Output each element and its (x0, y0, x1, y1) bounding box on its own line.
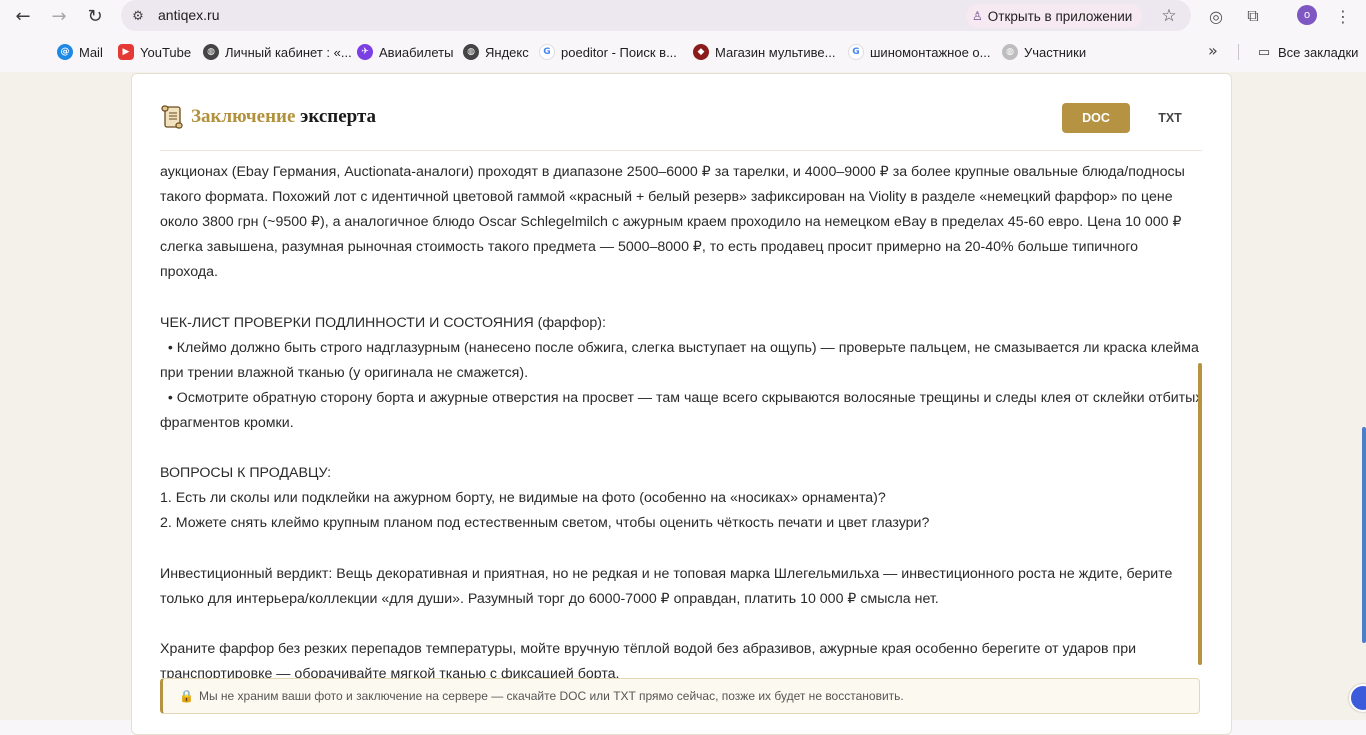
more-bookmarks-chevron-icon[interactable]: » (1208, 41, 1218, 60)
bookmark-label: Участники (1024, 44, 1087, 60)
bookmark-label: poeditor - Поиск в... (561, 44, 677, 60)
aviasales-icon: ✈ (357, 44, 373, 60)
bookmark-label: Личный кабинет : «... (225, 44, 352, 60)
text-line: Инвестиционный вердикт: Вещь декоративна… (160, 565, 1173, 582)
header-divider (160, 150, 1202, 151)
menu-dots-icon[interactable]: ⋮ (1331, 4, 1355, 28)
text-line: • Клеймо должно быть строго надглазурным… (160, 339, 1199, 356)
card-header: Заключение эксперта (160, 104, 376, 130)
title-rest: эксперта (300, 106, 377, 127)
text-line: только для интерьера/коллекции «для души… (160, 590, 939, 607)
scroll-icon (161, 105, 183, 129)
lock-icon: 🔒 (179, 689, 194, 703)
questions-heading: ВОПРОСЫ К ПРОДАВЦУ: (160, 465, 332, 482)
reload-icon[interactable]: ↻ (83, 4, 107, 28)
globe-icon: ◍ (203, 44, 219, 60)
text-line: Храните фарфор без резких перепадов темп… (160, 640, 1137, 657)
bookmark-item[interactable]: ▶ YouTube (118, 43, 191, 61)
folder-icon: ▭ (1257, 44, 1271, 60)
text-line: при трении влажной тканью (у оригинала н… (160, 364, 529, 381)
bookmark-item[interactable]: ◆ Магазин мультиве... (693, 43, 835, 61)
bookmark-label: шиномонтажное о... (870, 44, 991, 60)
question-item: 1. Есть ли сколы или подклейки на ажурно… (160, 490, 886, 507)
bookmark-label: YouTube (140, 44, 192, 60)
bookmark-label: Mail (79, 44, 103, 60)
privacy-notice: 🔒 Мы не храним ваши фото и заключение на… (160, 678, 1200, 714)
expert-conclusion-card: Заключение эксперта DOC TXT аукционах (E… (131, 73, 1232, 735)
text-line: слегка завышена, разумная рыночная стоим… (160, 239, 1139, 281)
open-in-app-label: Открыть в приложении (987, 8, 1133, 24)
globe-icon: ◍ (1002, 44, 1018, 60)
bookmark-label: Магазин мультиве... (715, 44, 836, 60)
profile-avatar[interactable]: o (1297, 5, 1317, 25)
forward-arrow-icon[interactable]: → (47, 4, 71, 28)
title-accent: Заключение (191, 106, 296, 127)
browser-toolbar: ← → ↻ ⚙ antiqex.ru ♙ Открыть в приложени… (0, 0, 1366, 32)
text-line: около 3800 грн (~9500 ₽), а аналогичное … (160, 214, 1182, 231)
google-icon: G (848, 44, 864, 60)
download-txt-button[interactable]: TXT (1139, 103, 1201, 133)
translate-icon[interactable]: ◎ (1204, 4, 1228, 28)
checklist-heading: ЧЕК-ЛИСТ ПРОВЕРКИ ПОДЛИННОСТИ И СОСТОЯНИ… (160, 314, 606, 331)
bookmarks-bar: @ Mail ▶ YouTube ◍ Личный кабинет : «...… (0, 38, 1366, 66)
globe-icon: ◍ (463, 44, 479, 60)
shop-icon: ◆ (693, 44, 709, 60)
address-bar[interactable]: ⚙ antiqex.ru ♙ Открыть в приложении ☆ (121, 0, 1191, 31)
window-scrollbar[interactable] (1362, 427, 1366, 643)
bookmark-label: Авиабилеты (379, 44, 454, 60)
youtube-icon: ▶ (118, 44, 134, 60)
text-line: фрагментов кромки. (160, 414, 294, 431)
bookmarks-divider (1238, 44, 1239, 60)
content-scrollbar[interactable] (1198, 363, 1202, 665)
all-bookmarks-button[interactable]: ▭ Все закладки (1256, 43, 1359, 61)
conclusion-text: аукционах (Ebay Германия, Auctionata-ана… (160, 160, 1203, 687)
bookmark-item[interactable]: ✈ Авиабилеты (357, 43, 453, 61)
bookmark-item[interactable]: ◍ Яндекс (463, 43, 529, 61)
google-icon: G (539, 44, 555, 60)
bookmark-star-icon[interactable]: ☆ (1157, 4, 1181, 28)
privacy-notice-text: Мы не храним ваши фото и заключение на с… (198, 689, 904, 703)
at-sign-icon: @ (57, 44, 73, 60)
bookmark-item[interactable]: @ Mail (57, 43, 103, 61)
bookmark-item[interactable]: G poeditor - Поиск в... (539, 43, 677, 61)
url-text[interactable]: antiqex.ru (158, 7, 219, 23)
question-item: 2. Можете снять клеймо крупным планом по… (160, 515, 930, 532)
open-in-app-button[interactable]: ♙ Открыть в приложении (966, 4, 1143, 28)
bookmark-label: Яндекс (485, 44, 529, 60)
bookmark-item[interactable]: ◍ Личный кабинет : «... (203, 43, 352, 61)
extensions-icon[interactable]: ⧉ (1241, 4, 1265, 28)
text-line: аукционах (Ebay Германия, Auctionata-ана… (160, 164, 1185, 180)
all-bookmarks-label: Все закладки (1278, 44, 1359, 60)
bookmark-item[interactable]: ◍ Участники (1002, 43, 1086, 61)
site-info-icon[interactable]: ⚙ (129, 7, 147, 25)
back-arrow-icon[interactable]: ← (11, 4, 35, 28)
download-doc-button[interactable]: DOC (1062, 103, 1130, 133)
app-icon: ♙ (972, 9, 983, 23)
text-line: • Осмотрите обратную сторону борта и ажу… (160, 389, 1203, 406)
text-line: такого формата. Похожий лот с идентичной… (160, 189, 1173, 206)
bookmark-item[interactable]: G шиномонтажное о... (848, 43, 991, 61)
page-title: Заключение эксперта (191, 106, 376, 128)
